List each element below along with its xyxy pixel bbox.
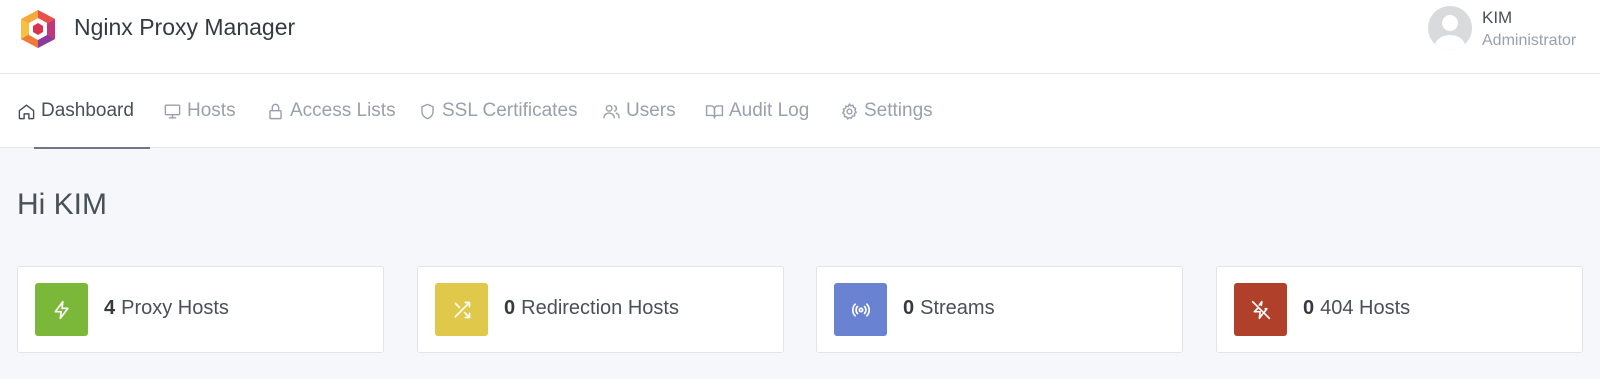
book-icon [705,104,724,119]
stat-label: Streams [920,297,995,319]
zap-icon [35,283,88,336]
shuffle-icon [435,283,488,336]
stat-label: 404 Hosts [1320,297,1411,319]
user-avatar-icon[interactable] [1428,6,1472,50]
app-logo-icon[interactable] [19,9,57,49]
stat-card-streams[interactable]: 0 Streams [816,266,1183,353]
stat-text: 0 Redirection Hosts [504,297,679,320]
active-tab-indicator [34,147,150,149]
nav-item-users[interactable]: Users [602,74,676,148]
stat-label: Redirection Hosts [521,297,679,319]
stat-label: Proxy Hosts [121,297,229,319]
nav-label: Access Lists [290,100,396,121]
users-icon [603,104,620,119]
main-nav: Dashboard Hosts Access Lists SSL Certifi… [0,74,1600,149]
nav-label: Users [626,100,676,121]
stat-card-redirection-hosts[interactable]: 0 Redirection Hosts [417,266,784,353]
page-title: Hi KIM [17,188,107,221]
top-header: Nginx Proxy Manager KIM Administrator [0,0,1600,74]
user-name[interactable]: KIM [1482,8,1512,28]
stat-text: 0 Streams [903,297,995,320]
nav-label: Dashboard [41,100,134,121]
stat-count: 4 [104,297,116,319]
nav-label: SSL Certificates [442,100,578,121]
stat-text: 0 404 Hosts [1303,297,1410,320]
stat-text: 4 Proxy Hosts [104,297,229,320]
nav-item-settings[interactable]: Settings [840,74,933,148]
nav-item-hosts[interactable]: Hosts [163,74,236,148]
shield-icon [421,103,434,119]
monitor-icon [164,103,181,119]
user-role: Administrator [1482,32,1577,49]
stat-count: 0 [504,297,516,319]
nav-label: Hosts [187,100,236,121]
stat-card-proxy-hosts[interactable]: 4 Proxy Hosts [17,266,384,353]
nav-item-ssl-certificates[interactable]: SSL Certificates [418,74,578,148]
app-title: Nginx Proxy Manager [74,14,296,40]
stat-card-404-hosts[interactable]: 0 404 Hosts [1216,266,1583,353]
nav-item-dashboard[interactable]: Dashboard [17,74,150,149]
nav-item-audit-log[interactable]: Audit Log [705,74,809,148]
stat-count: 0 [903,297,915,319]
zap-off-icon [1234,283,1287,336]
stat-count: 0 [1303,297,1315,319]
lock-icon [269,103,282,119]
radio-icon [834,283,887,336]
nav-item-access-lists[interactable]: Access Lists [266,74,396,148]
nav-label: Audit Log [729,100,810,121]
nav-label: Settings [864,100,933,121]
gear-icon [842,102,857,120]
home-icon [18,103,35,119]
